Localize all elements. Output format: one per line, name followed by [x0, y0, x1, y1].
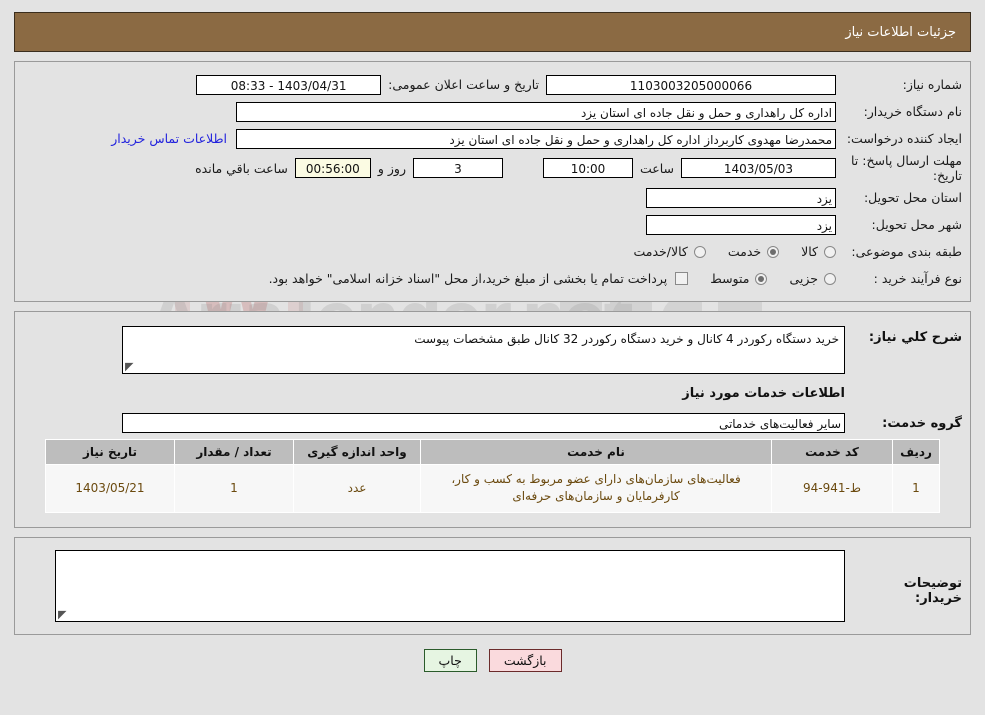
treasury-bond-checkbox[interactable] [675, 272, 689, 285]
row-purchase-type: نوع فرآیند خرید : جزیی متوسط پرداخت تمام… [23, 266, 962, 291]
category-option-kala[interactable]: کالا [801, 244, 836, 259]
footer-button-bar: بازگشت چاپ [0, 648, 985, 672]
row-need-number: شماره نیاز: 1103003205000066 تاریخ و ساع… [23, 72, 962, 97]
row-delivery-province: استان محل تحویل: یزد [23, 185, 962, 210]
services-panel: شرح كلي نياز: خرید دستگاه رکوردر 4 کانال… [14, 311, 971, 528]
purchase-type-label: نوع فرآیند خرید : [873, 270, 962, 286]
col-service-code: کد خدمت [771, 439, 893, 465]
radio-icon[interactable] [767, 245, 780, 258]
buyer-notes-label: توضیحات خریدار: [903, 575, 962, 606]
services-table: ردیف کد خدمت نام خدمت واحد اندازه گیری ت… [45, 439, 940, 513]
category-label: طبقه بندی موضوعی: [851, 243, 962, 259]
page-header-bar: جزئیات اطلاعات نیاز [14, 12, 971, 52]
deadline-time-label: ساعت [639, 160, 674, 176]
buyer-contact-info-link[interactable]: اطلاعات تماس خریدار [102, 131, 236, 146]
deadline-time-field[interactable]: 10:00 [542, 158, 633, 178]
col-quantity: تعداد / مقدار [174, 439, 294, 465]
purchase-type-option-label: متوسط [710, 271, 750, 286]
col-service-name: نام خدمت [420, 439, 772, 465]
category-option-khedmat[interactable]: خدمت [727, 244, 780, 259]
request-creator-label: ایجاد کننده درخواست: [846, 130, 962, 146]
deadline-label: مهلت ارسال پاسخ: تا تاریخ: [851, 153, 962, 183]
row-buyer-org: نام دستگاه خریدار: اداره کل راهداری و حم… [23, 99, 962, 124]
general-description-text: خرید دستگاه رکوردر 4 کانال و خرید دستگاه… [414, 332, 839, 346]
col-unit: واحد اندازه گیری [293, 439, 421, 465]
category-option-label: کالا [801, 244, 818, 259]
resize-grip-icon[interactable]: ◥ [125, 360, 135, 373]
delivery-city-label: شهر محل تحویل: [871, 216, 962, 232]
need-number-label: شماره نیاز: [902, 76, 962, 92]
general-description-textarea[interactable]: خرید دستگاه رکوردر 4 کانال و خرید دستگاه… [122, 326, 845, 374]
cell-service-code: ط-941-94 [771, 464, 893, 513]
need-info-panel: شماره نیاز: 1103003205000066 تاریخ و ساع… [14, 61, 971, 302]
radio-icon[interactable] [755, 272, 768, 285]
table-header-row: ردیف کد خدمت نام خدمت واحد اندازه گیری ت… [45, 439, 940, 465]
need-number-field[interactable]: 1103003205000066 [546, 74, 836, 95]
request-creator-field[interactable]: محمدرضا مهدوی کاربرداز اداره کل راهداری … [236, 128, 836, 149]
row-deadline: مهلت ارسال پاسخ: تا تاریخ: 1403/05/03 سا… [23, 153, 962, 183]
row-delivery-city: شهر محل تحویل: یزد [23, 212, 962, 237]
col-need-date: تاریخ نیاز [45, 439, 175, 465]
cell-unit: عدد [293, 464, 421, 513]
category-radio-group: کالا خدمت کالا/خدمت [611, 244, 836, 259]
cell-need-date: 1403/05/21 [45, 464, 175, 513]
purchase-type-radio-group: جزیی متوسط [688, 271, 836, 286]
purchase-type-option-label: جزیی [789, 271, 818, 286]
deadline-remaining-label: ساعت باقي مانده [195, 160, 288, 176]
treasury-bond-note: پرداخت تمام یا بخشی از مبلغ خرید،از محل … [268, 271, 668, 286]
delivery-city-field[interactable]: یزد [646, 214, 836, 235]
print-button[interactable]: چاپ [423, 648, 477, 672]
table-row: 1 ط-941-94 فعالیت‌های سازمان‌های دارای ع… [45, 464, 940, 513]
delivery-province-label: استان محل تحویل: [863, 189, 962, 205]
deadline-days-label: روز و [377, 160, 406, 176]
announce-datetime-label: تاریخ و ساعت اعلان عمومی: [388, 77, 539, 92]
service-group-label: گروه خدمت: [882, 415, 962, 431]
category-option-label: خدمت [727, 244, 762, 259]
announce-datetime-field[interactable]: 1403/04/31 - 08:33 [196, 74, 382, 95]
cell-row-no: 1 [892, 464, 940, 513]
category-option-kala-khedmat[interactable]: کالا/خدمت [633, 244, 706, 259]
purchase-type-option-motevaset[interactable]: متوسط [710, 271, 768, 286]
row-category: طبقه بندی موضوعی: کالا خدمت کالا/خدمت [23, 239, 962, 264]
buyer-notes-panel: توضیحات خریدار: ◥ [14, 536, 971, 635]
deadline-date-field[interactable]: 1403/05/03 [681, 158, 836, 178]
back-button[interactable]: بازگشت [488, 648, 562, 672]
services-section-title: اطلاعات خدمات مورد نیاز [682, 386, 845, 401]
radio-icon[interactable] [824, 245, 836, 258]
cell-service-name: فعالیت‌های سازمان‌های دارای عضو مربوط به… [420, 464, 772, 513]
general-description-label: شرح كلي نياز: [868, 330, 962, 345]
deadline-remaining-field[interactable]: 00:56:00 [294, 158, 371, 178]
category-option-label: کالا/خدمت [633, 244, 688, 259]
col-row-no: ردیف [892, 439, 940, 465]
row-request-creator: ایجاد کننده درخواست: محمدرضا مهدوی کاربر… [23, 126, 962, 151]
buyer-org-label: نام دستگاه خریدار: [863, 103, 962, 119]
buyer-notes-textarea[interactable]: ◥ [55, 549, 845, 622]
deadline-days-field[interactable]: 3 [412, 158, 503, 178]
radio-icon[interactable] [824, 272, 836, 285]
radio-icon[interactable] [693, 245, 706, 258]
service-group-field[interactable]: سایر فعالیت‌های خدماتی [122, 413, 845, 433]
cell-quantity: 1 [174, 464, 294, 513]
purchase-type-option-jozei[interactable]: جزیی [789, 271, 836, 286]
page-title: جزئیات اطلاعات نیاز [845, 24, 956, 40]
buyer-org-field[interactable]: اداره کل راهداری و حمل و نقل جاده ای است… [236, 101, 836, 122]
resize-grip-icon[interactable]: ◥ [58, 608, 68, 621]
delivery-province-field[interactable]: یزد [646, 187, 836, 208]
